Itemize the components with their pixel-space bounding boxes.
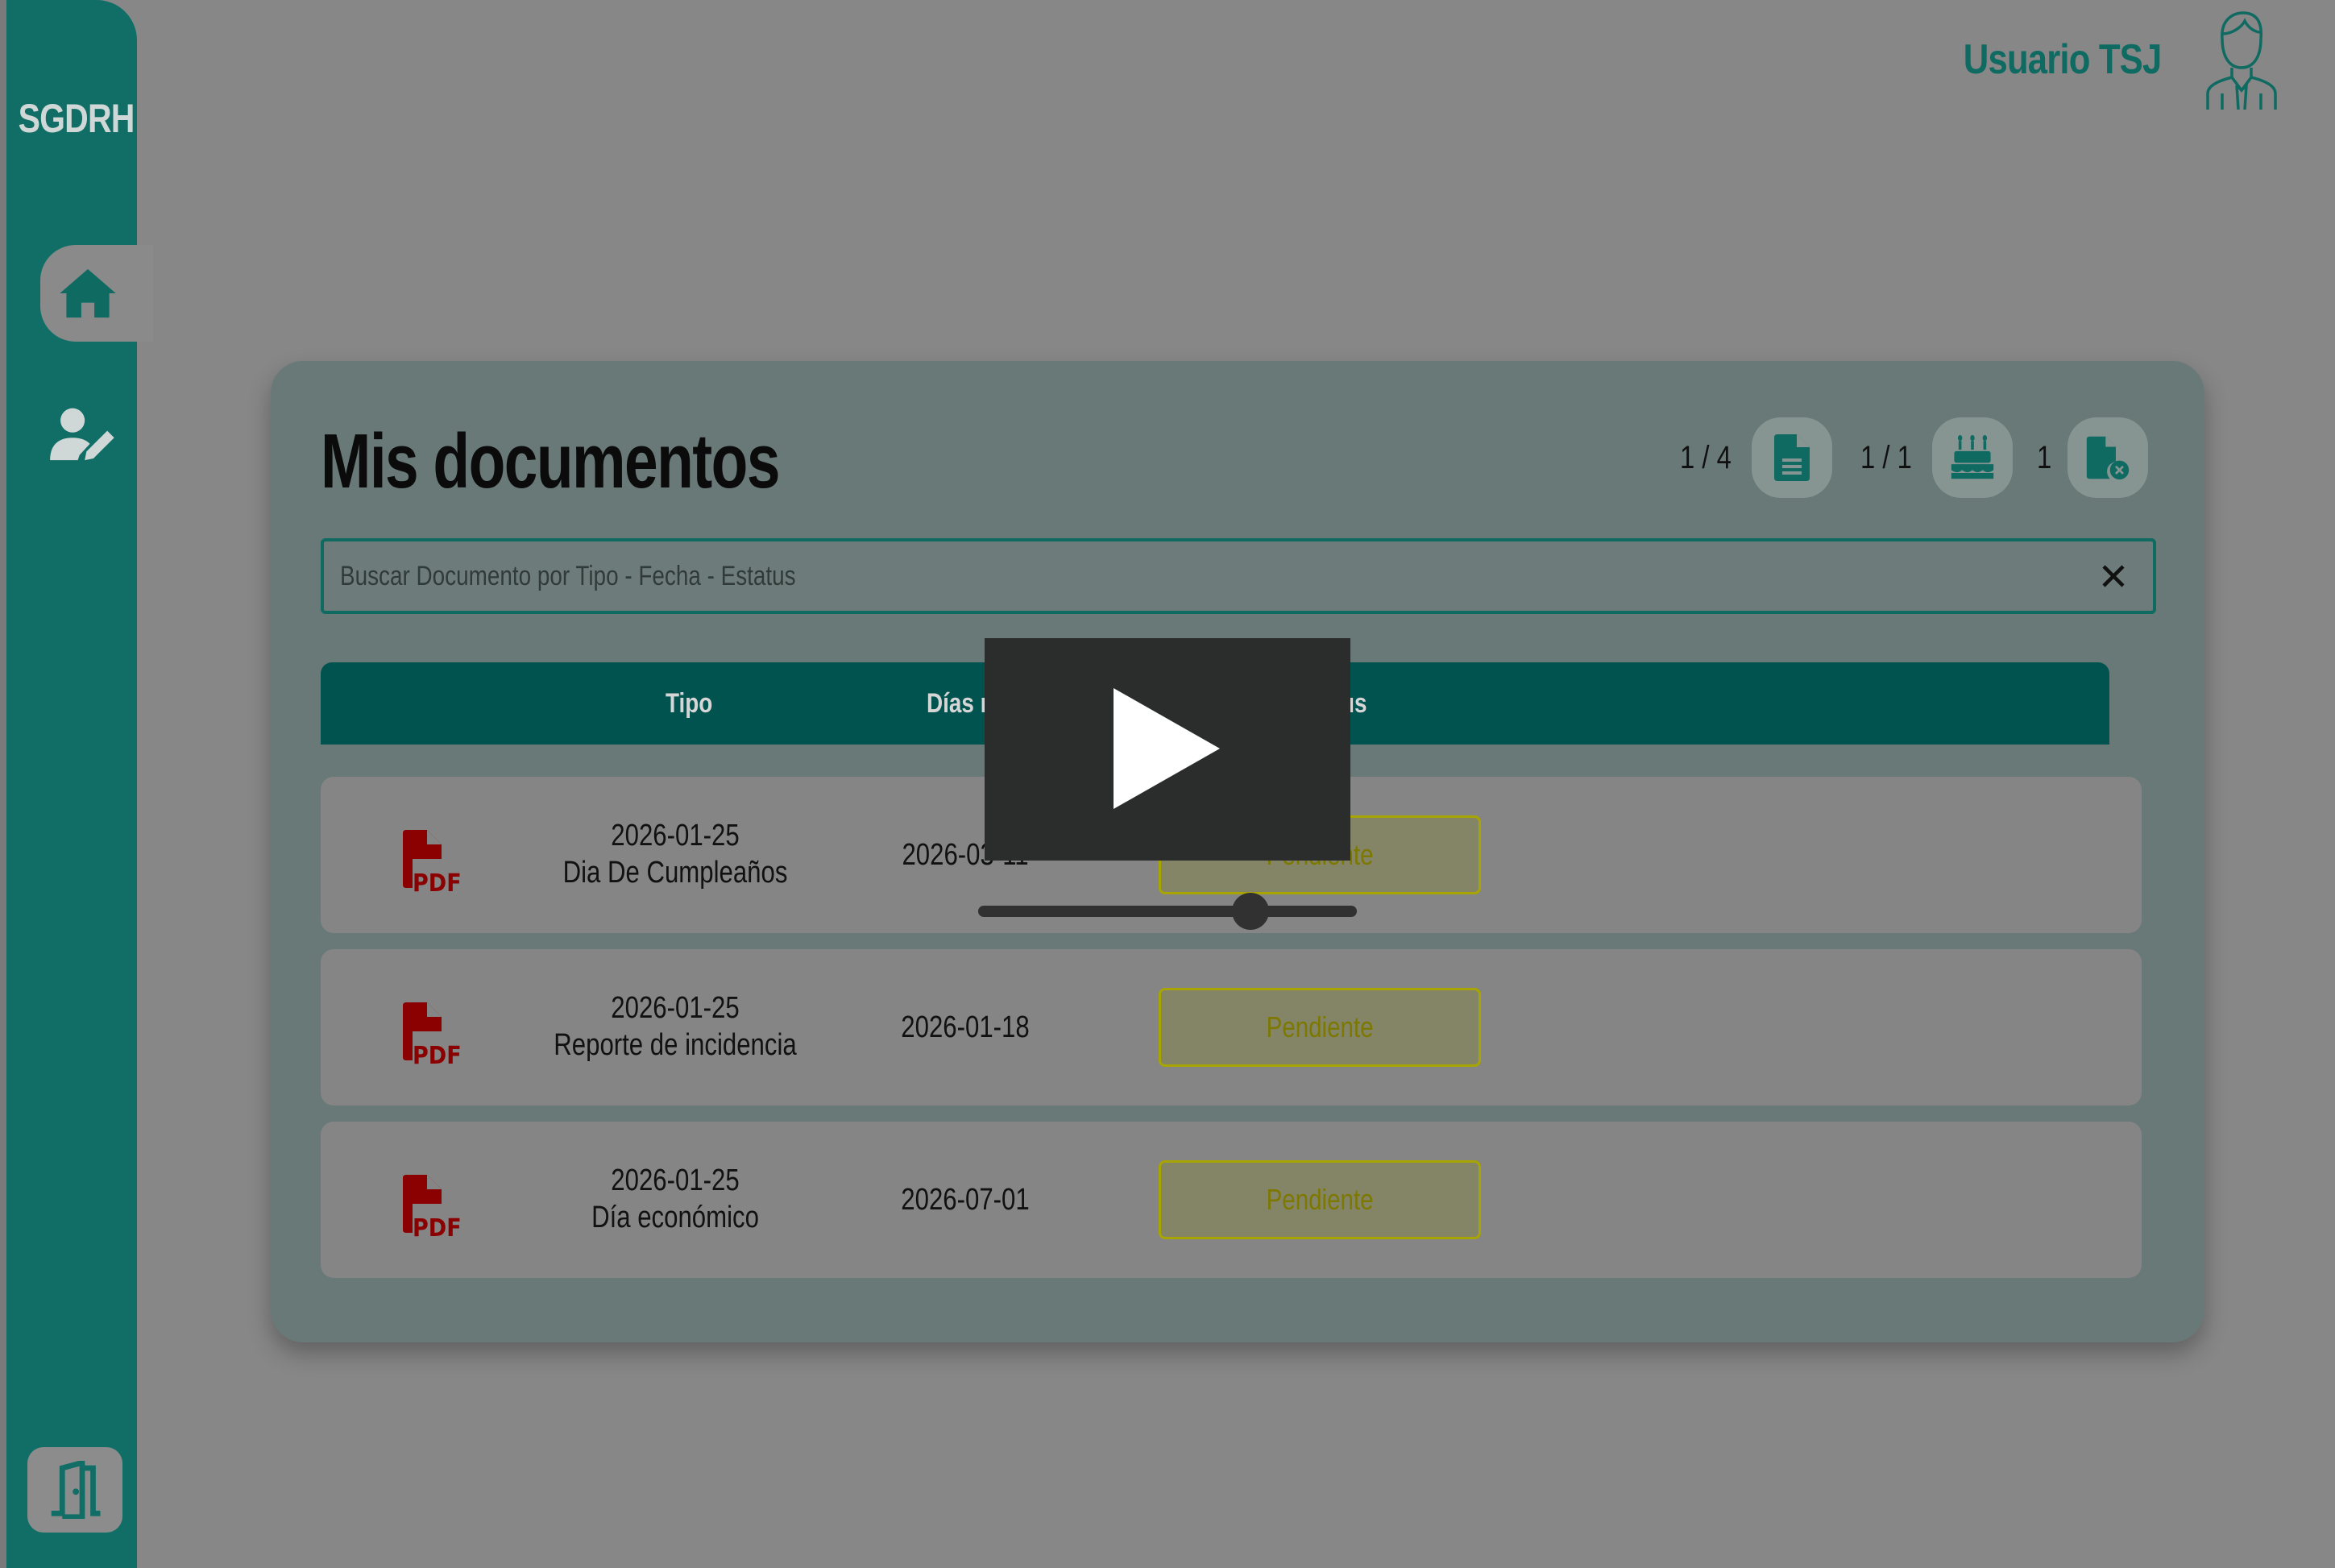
document-type: Dia De Cumpleaños (562, 856, 788, 890)
counter-rejected-button[interactable] (2067, 417, 2148, 498)
sidebar-item-home[interactable] (40, 245, 153, 342)
svg-text:PDF: PDF (413, 869, 462, 894)
svg-text:PDF: PDF (413, 1214, 462, 1239)
counter-rejected-value: 1 (2036, 439, 2051, 475)
counter-birthday-button[interactable] (1931, 417, 2013, 498)
status-badge: Pendiente (1159, 1160, 1481, 1239)
document-date: 2026-01-25 (611, 819, 740, 852)
status-badge: Pendiente (1159, 988, 1481, 1067)
logout-button[interactable] (27, 1447, 122, 1533)
table-row[interactable]: PDF 2026-01-25 Reporte de incidencia 202… (321, 949, 2142, 1105)
search-box (321, 538, 2156, 614)
home-icon (60, 268, 116, 318)
user-edit-icon (50, 408, 114, 461)
pdf-file-icon[interactable]: PDF (400, 1173, 464, 1239)
video-seek-bar[interactable] (978, 906, 1357, 917)
column-header-dias[interactable]: Días r (927, 662, 989, 745)
column-header-tipo[interactable]: Tipo (666, 662, 712, 745)
document-type: Reporte de incidencia (554, 1028, 797, 1062)
document-date: 2026-01-25 (611, 991, 740, 1025)
document-days-date: 2026-07-01 (901, 1183, 1030, 1217)
document-days-date: 2026-01-18 (901, 1010, 1030, 1044)
brand-logo: SGDRH (18, 96, 135, 141)
counter-birthday-value: 1 / 1 (1860, 439, 1912, 475)
table-row[interactable]: PDF 2026-01-25 Día económico 2026-07-01 … (321, 1122, 2142, 1278)
search-input[interactable] (340, 541, 1727, 611)
file-cancel-icon (2086, 436, 2130, 480)
status-label: Pendiente (1266, 1183, 1374, 1216)
status-label: Pendiente (1266, 1010, 1374, 1043)
document-date: 2026-01-25 (611, 1164, 740, 1197)
search-clear-button[interactable] (2095, 558, 2132, 595)
document-icon (1773, 434, 1810, 481)
video-player[interactable] (985, 638, 1350, 861)
close-icon (2102, 565, 2125, 587)
counter-documents-button[interactable] (1751, 417, 1832, 498)
document-counters: 1 / 4 1 / 1 1 (1674, 417, 2156, 498)
play-icon[interactable] (1114, 688, 1220, 809)
svg-text:PDF: PDF (413, 1042, 462, 1067)
pdf-file-icon[interactable]: PDF (400, 1001, 464, 1067)
document-type: Día económico (591, 1201, 759, 1234)
birthday-cake-icon (1951, 435, 1993, 479)
user-name: Usuario TSJ (1963, 36, 2161, 83)
sidebar: SGDRH (0, 0, 153, 1568)
pdf-file-icon[interactable]: PDF (400, 828, 464, 894)
page-title: Mis documentos (321, 418, 780, 504)
avatar-icon[interactable] (2204, 10, 2277, 110)
door-exit-icon (51, 1461, 101, 1519)
counter-documents-value: 1 / 4 (1680, 439, 1732, 475)
sidebar-item-profile[interactable] (47, 403, 119, 467)
